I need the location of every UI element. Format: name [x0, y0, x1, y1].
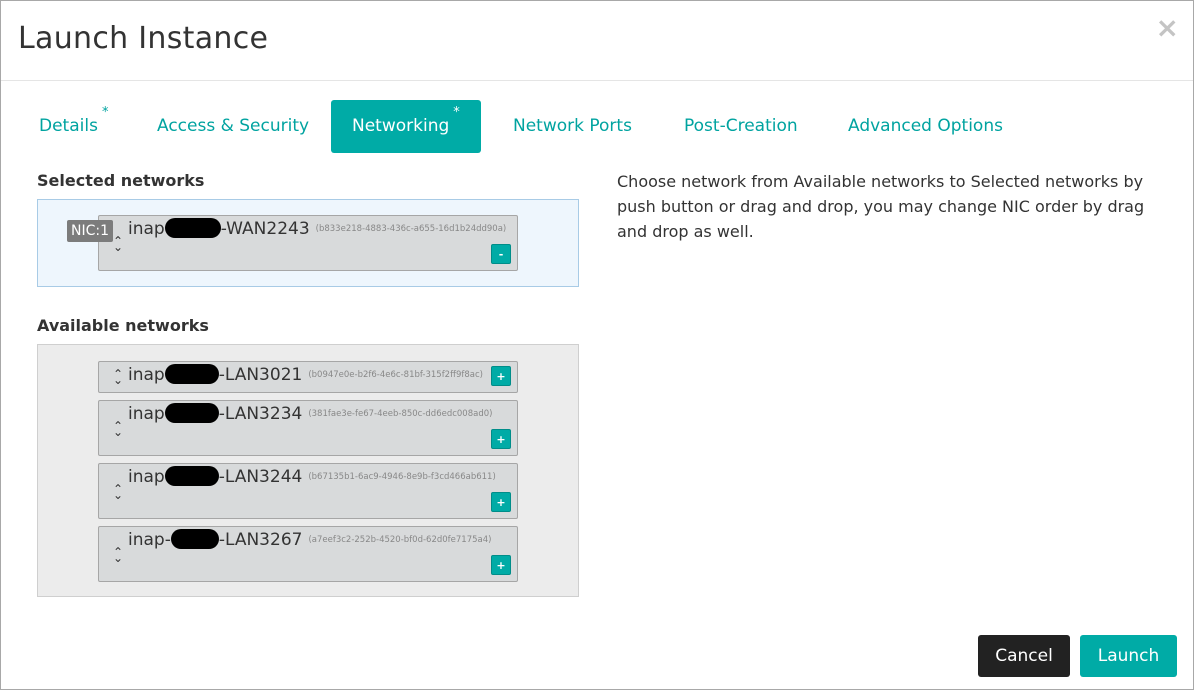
redacted-block: [164, 218, 221, 238]
network-name: inap -LAN3244 (b67135b1-6ac9-4946-8e9b-f3c…: [128, 466, 496, 487]
network-name: inap -LAN3234 (381fae3e-fe67-4eeb-850c-dd6…: [128, 403, 493, 424]
selected-networks-dropzone[interactable]: ⌃ ⌄ inap -WAN2243 (b833e218-4883-436c-a655-…: [37, 199, 579, 287]
tab-details[interactable]: Details*: [18, 100, 129, 153]
network-name: inap -WAN2243 (b833e218-4883-436c-a655-16d…: [128, 218, 507, 239]
redacted-block: [164, 466, 219, 486]
selected-networks-title: Selected networks: [37, 171, 205, 190]
add-network-button[interactable]: +: [491, 555, 511, 575]
redacted-block: [170, 529, 219, 549]
launch-button[interactable]: Launch: [1080, 635, 1177, 677]
launch-instance-dialog: Launch Instance × Details* Access & Secu…: [0, 0, 1194, 690]
tab-advanced-options[interactable]: Advanced Options: [827, 100, 1024, 153]
close-icon[interactable]: ×: [1156, 13, 1179, 43]
cancel-button[interactable]: Cancel: [978, 635, 1070, 677]
tab-network-ports[interactable]: Network Ports: [492, 100, 653, 153]
add-network-button[interactable]: +: [491, 366, 511, 386]
tab-label: Details: [39, 116, 98, 136]
add-network-button[interactable]: +: [491, 429, 511, 449]
remove-network-button[interactable]: -: [491, 244, 511, 264]
tab-networking[interactable]: Networking*: [331, 100, 481, 153]
tab-label: Advanced Options: [848, 116, 1003, 136]
add-network-button[interactable]: +: [491, 492, 511, 512]
sort-icon[interactable]: ⌃ ⌄: [113, 483, 123, 501]
network-name: inap -LAN3021 (b0947e0e-b2f6-4e6c-81bf-315…: [128, 364, 483, 385]
tab-label: Network Ports: [513, 116, 632, 136]
required-asterisk: *: [101, 105, 109, 120]
selected-network-item[interactable]: ⌃ ⌄ inap -WAN2243 (b833e218-4883-436c-a655-…: [98, 215, 518, 271]
sort-icon[interactable]: ⌃ ⌄: [113, 420, 123, 438]
tab-label: Networking: [352, 116, 450, 136]
tab-access-security[interactable]: Access & Security: [136, 100, 330, 153]
tab-label: Post-Creation: [684, 116, 798, 136]
available-network-item[interactable]: ⌃ ⌄ inap -LAN3244 (b67135b1-6ac9-4946-8e9b-…: [98, 463, 518, 519]
available-networks-title: Available networks: [37, 316, 209, 335]
redacted-block: [164, 364, 219, 384]
redacted-block: [164, 403, 219, 423]
available-network-item[interactable]: ⌃ ⌄ inap -LAN3234 (381fae3e-fe67-4eeb-850c-…: [98, 400, 518, 456]
tab-post-creation[interactable]: Post-Creation: [663, 100, 819, 153]
dialog-header: Launch Instance ×: [1, 1, 1193, 81]
available-network-item[interactable]: ⌃ ⌄ inap- -LAN3267 (a7eef3c2-252b-4520-bf0d…: [98, 526, 518, 582]
required-asterisk: *: [453, 105, 460, 120]
tab-label: Access & Security: [157, 116, 310, 136]
available-network-item[interactable]: ⌃ ⌄ inap -LAN3021 (b0947e0e-b2f6-4e6c-81bf-…: [98, 361, 518, 393]
sort-icon[interactable]: ⌃ ⌄: [113, 368, 123, 386]
available-networks-dropzone[interactable]: ⌃ ⌄ inap -LAN3021 (b0947e0e-b2f6-4e6c-81bf-…: [37, 344, 579, 597]
sort-icon[interactable]: ⌃ ⌄: [113, 235, 123, 253]
nic-order-badge: NIC:1: [67, 220, 114, 242]
networking-help-text: Choose network from Available networks t…: [617, 172, 1145, 241]
sort-icon[interactable]: ⌃ ⌄: [113, 546, 123, 564]
dialog-title: Launch Instance: [18, 21, 269, 56]
network-name: inap- -LAN3267 (a7eef3c2-252b-4520-bf0d-62…: [128, 529, 492, 550]
